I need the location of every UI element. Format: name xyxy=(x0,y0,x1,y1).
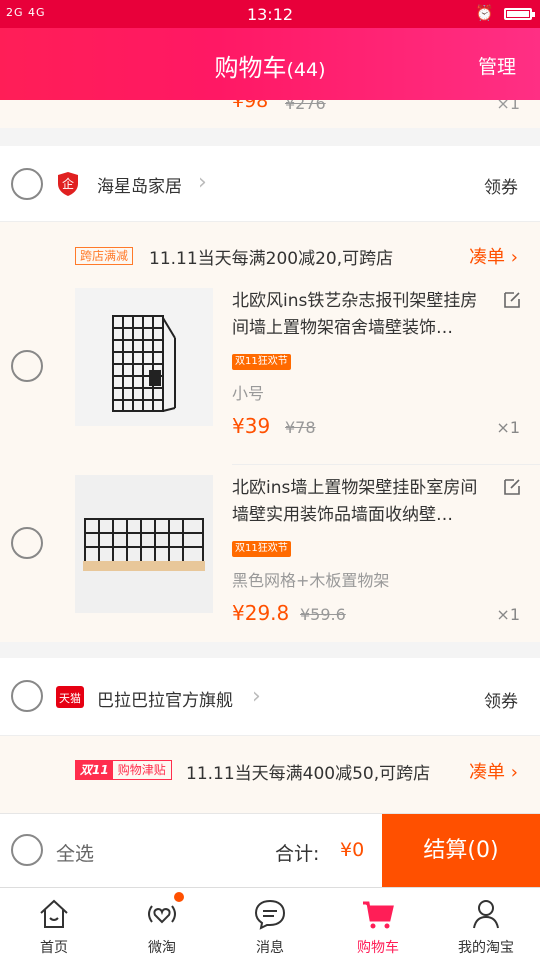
tab-label: 消息 xyxy=(256,940,284,956)
home-icon xyxy=(40,899,68,928)
title-bar: 购物车(44) 管理 xyxy=(0,28,540,100)
section-gap xyxy=(0,642,540,658)
bottom-tab-bar: 首页 微淘 消息 购物车 我的淘宝 xyxy=(0,887,540,960)
shop-select-radio[interactable] xyxy=(11,168,43,200)
add-items-link[interactable]: 凑单 › xyxy=(469,243,518,269)
item-title[interactable]: 北欧风ins铁艺杂志报刊架壁挂房间墙上置物架宿舍墙壁装饰… xyxy=(232,288,482,342)
notification-dot xyxy=(174,892,184,902)
message-icon xyxy=(254,899,286,930)
tab-weitao[interactable]: 微淘 xyxy=(108,888,216,960)
item-original-price: ¥78 xyxy=(285,418,316,437)
partial-item-row: ¥98 ¥276 ×1 xyxy=(0,100,540,128)
svg-text:企: 企 xyxy=(62,176,74,191)
shop-name[interactable]: 巴拉巴拉官方旗舰 xyxy=(97,686,233,711)
page-title-text: 购物车 xyxy=(214,54,287,82)
total-label: 合计: xyxy=(275,843,320,865)
tab-label: 我的淘宝 xyxy=(458,940,514,956)
item-select-radio[interactable] xyxy=(11,350,43,382)
chevron-right-icon[interactable]: › xyxy=(252,684,261,709)
checkout-button[interactable]: 结算(0) xyxy=(382,814,540,888)
item-quantity: ×1 xyxy=(496,100,520,113)
chevron-right-icon: › xyxy=(510,762,518,783)
item-quantity: ×1 xyxy=(496,418,520,437)
add-items-label: 凑单 xyxy=(469,762,506,783)
tab-label: 购物车 xyxy=(357,940,399,956)
manage-button[interactable]: 管理 xyxy=(478,52,516,79)
status-time: 13:12 xyxy=(246,5,294,24)
promo-row: 双11 购物津贴 11.11当天每满400减50,可跨店 凑单 › xyxy=(0,736,540,813)
chevron-right-icon[interactable]: › xyxy=(198,170,207,195)
product-thumbnail[interactable] xyxy=(75,475,213,613)
edit-icon[interactable] xyxy=(502,290,522,310)
item-sku[interactable]: 小号 xyxy=(232,380,264,404)
select-all-radio[interactable] xyxy=(11,834,43,866)
add-items-link[interactable]: 凑单 › xyxy=(469,758,518,784)
tab-messages[interactable]: 消息 xyxy=(216,888,324,960)
item-original-price: ¥59.6 xyxy=(300,605,346,624)
tab-label: 微淘 xyxy=(148,940,176,956)
total-value: ¥0 xyxy=(340,839,365,861)
svg-text:天猫: 天猫 xyxy=(59,692,81,705)
shop-name[interactable]: 海星岛家居 xyxy=(97,172,182,197)
shop-header: 天猫 巴拉巴拉官方旗舰 › 领券 xyxy=(0,658,540,736)
checkout-bar: 全选 合计: ¥0 结算(0) xyxy=(0,813,540,888)
weitao-icon xyxy=(148,905,176,924)
promo-text: 11.11当天每满200减20,可跨店 xyxy=(149,249,394,269)
battery-icon xyxy=(504,8,535,20)
item-select-radio[interactable] xyxy=(11,527,43,559)
cart-count: (44) xyxy=(286,59,326,81)
cart-item[interactable]: 北欧ins墙上置物架壁挂卧室房间墙壁实用装饰品墙面收纳壁… 双11狂欢节 黑色网… xyxy=(0,465,540,642)
add-items-label: 凑单 xyxy=(469,247,506,268)
promo-text: 11.11当天每满400减50,可跨店 xyxy=(186,764,431,784)
shop-header: 企 海星岛家居 › 领券 xyxy=(0,146,540,222)
item-price: ¥39 xyxy=(232,414,271,438)
product-image xyxy=(75,288,213,426)
promo-tag: 跨店满减 xyxy=(75,247,134,265)
item-sku[interactable]: 黑色网格+木板置物架 xyxy=(232,567,389,591)
promo-row: 跨店满减 11.11当天每满200减20,可跨店 凑单 › xyxy=(0,222,540,288)
promo-badge: 双11狂欢节 xyxy=(232,354,291,370)
alarm-icon: ⏰ xyxy=(475,4,494,22)
tab-my-taobao[interactable]: 我的淘宝 xyxy=(432,888,540,960)
page-title: 购物车(44) xyxy=(0,48,540,83)
tab-cart[interactable]: 购物车 xyxy=(324,888,432,960)
edit-icon[interactable] xyxy=(502,477,522,497)
tmall-icon: 天猫 xyxy=(56,686,84,708)
promo-tag-label: 双11 xyxy=(76,761,113,779)
promo-badge: 双11狂欢节 xyxy=(232,541,291,557)
chevron-right-icon: › xyxy=(510,247,518,268)
tab-home[interactable]: 首页 xyxy=(0,888,108,960)
promo-tag-label: 购物津贴 xyxy=(117,763,166,777)
coupon-button[interactable]: 领券 xyxy=(484,173,518,198)
product-image xyxy=(75,475,213,613)
tab-label: 首页 xyxy=(40,940,68,956)
coupon-button[interactable]: 领券 xyxy=(484,687,518,712)
item-title[interactable]: 北欧ins墙上置物架壁挂卧室房间墙壁实用装饰品墙面收纳壁… xyxy=(232,475,482,529)
item-quantity: ×1 xyxy=(496,605,520,624)
status-bar: 2G 4G 13:12 ⏰ xyxy=(0,0,540,28)
shopping-allowance-tag: 双11 购物津贴 xyxy=(75,760,172,780)
shop-select-radio[interactable] xyxy=(11,680,43,712)
cart-list[interactable]: ¥98 ¥276 ×1 企 海星岛家居 › 领券 跨店满减 11.11当天每满2… xyxy=(0,100,540,813)
profile-icon xyxy=(473,900,499,929)
product-thumbnail[interactable] xyxy=(75,288,213,426)
item-price: ¥29.8 xyxy=(232,601,290,625)
section-gap xyxy=(0,128,540,146)
select-all-label[interactable]: 全选 xyxy=(56,839,94,866)
enterprise-shop-icon: 企 xyxy=(58,172,78,196)
cart-item[interactable]: 北欧风ins铁艺杂志报刊架壁挂房间墙上置物架宿舍墙壁装饰… 双11狂欢节 小号 … xyxy=(0,288,540,465)
item-original-price: ¥276 xyxy=(285,100,326,113)
item-price: ¥98 xyxy=(232,100,269,112)
cart-icon xyxy=(363,901,394,929)
